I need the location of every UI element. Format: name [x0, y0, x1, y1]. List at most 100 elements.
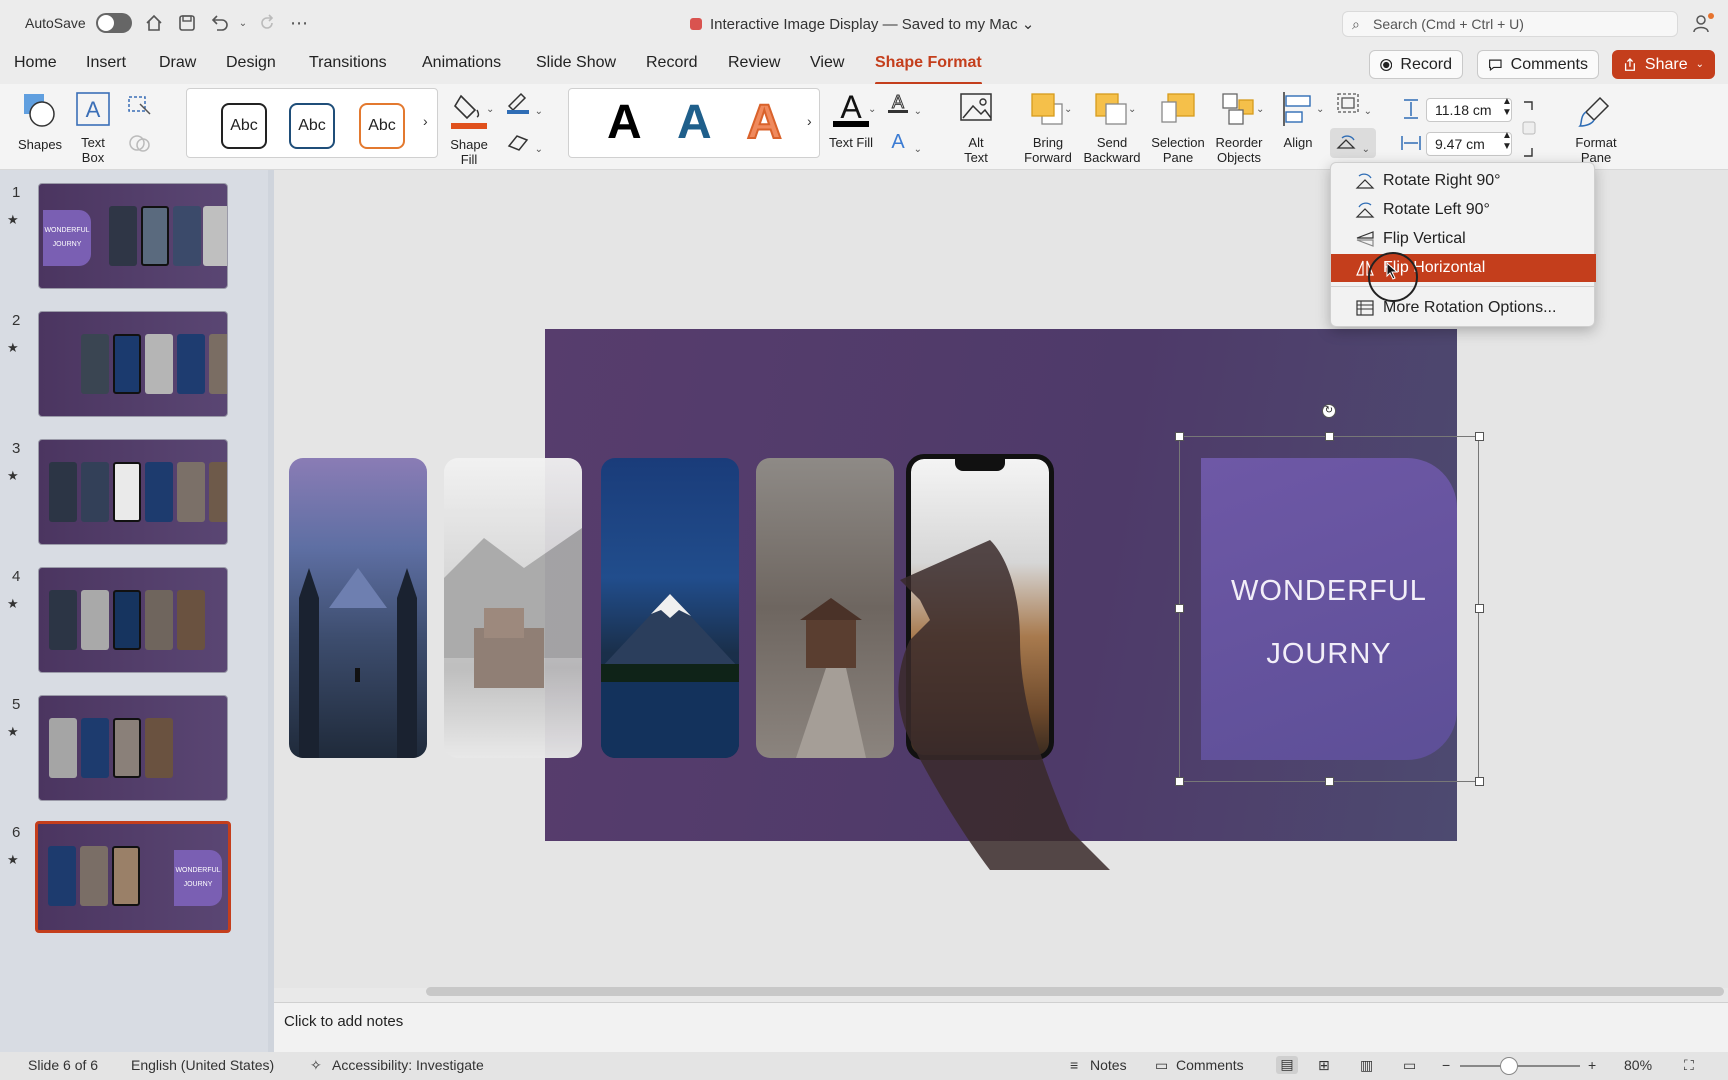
language-status[interactable]: English (United States) [131, 1057, 274, 1073]
menu-item-flip-vertical[interactable]: Flip Vertical [1331, 225, 1596, 253]
fit-to-window-icon[interactable]: ⛶ [1684, 1057, 1694, 1074]
shape-fill-dropdown-icon[interactable]: ⌄ [486, 104, 494, 115]
zoom-level[interactable]: 80% [1624, 1057, 1652, 1073]
text-fill-button[interactable]: A Text Fill [824, 89, 878, 150]
image-card-mountain-village[interactable] [444, 458, 582, 758]
resize-handle-left[interactable] [1175, 604, 1184, 613]
tab-review[interactable]: Review [728, 54, 780, 72]
wordart-black[interactable]: A [607, 95, 642, 150]
save-icon[interactable] [174, 10, 200, 36]
shape-style-black[interactable]: Abc [221, 103, 267, 149]
tab-shape-format[interactable]: Shape Format [875, 54, 982, 85]
tab-animations[interactable]: Animations [422, 54, 501, 72]
lock-aspect-ratio-toggle[interactable] [1522, 100, 1536, 160]
alt-text-button[interactable]: Alt Text [952, 90, 1000, 165]
accessibility-status[interactable]: Accessibility: Investigate [332, 1057, 484, 1073]
undo-dropdown-icon[interactable]: ⌄ [230, 10, 256, 36]
group-button[interactable]: ⌄ [1334, 92, 1374, 119]
search-input[interactable]: ⌕ Search (Cmd + Ctrl + U) [1342, 11, 1678, 37]
bring-forward-dropdown-icon[interactable]: ⌄ [1064, 104, 1072, 115]
shape-effects-button[interactable]: ⌄ [504, 132, 544, 157]
undo-icon[interactable] [206, 10, 232, 36]
record-button[interactable]: Record [1369, 50, 1463, 79]
tab-draw[interactable]: Draw [159, 54, 196, 72]
reorder-dropdown-icon[interactable]: ⌄ [1256, 104, 1264, 115]
width-stepper[interactable]: ▲ ▼ [1502, 130, 1512, 152]
resize-handle-bottom-right[interactable] [1475, 777, 1484, 786]
send-backward-button[interactable]: Send Backward [1080, 90, 1144, 165]
normal-view-icon[interactable]: ▤ [1276, 1056, 1298, 1074]
resize-handle-right[interactable] [1475, 604, 1484, 613]
slide-thumbnail-2[interactable] [38, 311, 228, 417]
slide-show-icon[interactable]: ▭ [1403, 1057, 1416, 1074]
slide-thumbnail-5[interactable] [38, 695, 228, 801]
align-button[interactable]: Align [1272, 90, 1324, 150]
text-fill-dropdown-icon[interactable]: ⌄ [868, 104, 876, 115]
gallery-more-icon[interactable]: › [423, 113, 428, 129]
wordart-blue[interactable]: A [677, 95, 712, 150]
shape-outline-button[interactable]: ⌄ [504, 92, 544, 119]
autosave-toggle[interactable] [96, 13, 132, 33]
rotation-handle-icon[interactable]: ↻ [1322, 404, 1336, 418]
text-effects-button[interactable]: A ⌄ [884, 130, 924, 157]
wordart-more-icon[interactable]: › [807, 113, 812, 129]
bring-forward-button[interactable]: Bring Forward [1018, 90, 1078, 165]
tab-insert[interactable]: Insert [86, 54, 126, 72]
resize-handle-top-right[interactable] [1475, 432, 1484, 441]
resize-handle-top-left[interactable] [1175, 432, 1184, 441]
share-button[interactable]: Share ⌄ [1612, 50, 1715, 79]
menu-item-rotate-right[interactable]: Rotate Right 90° [1331, 167, 1596, 195]
shape-fill-button[interactable]: Shape Fill [442, 90, 496, 167]
shape-style-orange[interactable]: Abc [359, 103, 405, 149]
selection-pane-button[interactable]: Selection Pane [1146, 90, 1210, 165]
slide-thumbnail-3[interactable] [38, 439, 228, 545]
send-backward-dropdown-icon[interactable]: ⌄ [1128, 104, 1136, 115]
wordart-gallery[interactable]: A A A › [568, 88, 820, 158]
text-box-button[interactable]: A Text Box [72, 90, 114, 165]
height-stepper[interactable]: ▲ ▼ [1502, 96, 1512, 118]
resize-handle-top[interactable] [1325, 432, 1334, 441]
zoom-slider[interactable] [1460, 1065, 1580, 1067]
rotate-button[interactable]: ⌄ [1330, 128, 1376, 158]
notes-toggle[interactable]: Notes [1090, 1057, 1127, 1073]
horizontal-scrollbar[interactable] [426, 987, 1724, 996]
share-people-icon[interactable] [1692, 12, 1716, 36]
tab-home[interactable]: Home [14, 54, 57, 72]
comments-button[interactable]: Comments [1477, 50, 1599, 79]
zoom-out-icon[interactable]: − [1442, 1057, 1450, 1073]
shape-styles-gallery[interactable]: Abc Abc Abc › [186, 88, 438, 158]
slide-thumbnail-1[interactable]: WONDERFUL JOURNY [38, 183, 228, 289]
slide-thumbnail-6[interactable]: WONDERFUL JOURNY [35, 821, 231, 933]
format-pane-button[interactable]: Format Pane [1566, 90, 1626, 165]
tab-record[interactable]: Record [646, 54, 698, 72]
edit-shape-button[interactable] [120, 94, 160, 119]
align-dropdown-icon[interactable]: ⌄ [1316, 104, 1324, 115]
height-input[interactable]: 11.18 cm [1426, 98, 1512, 122]
image-card-temple-gate[interactable] [289, 458, 427, 758]
tab-slide-show[interactable]: Slide Show [536, 54, 616, 72]
menu-item-rotate-left[interactable]: Rotate Left 90° [1331, 196, 1596, 224]
resize-handle-bottom[interactable] [1325, 777, 1334, 786]
text-outline-button[interactable]: A ⌄ [884, 92, 924, 119]
resize-handle-bottom-left[interactable] [1175, 777, 1184, 786]
shapes-button[interactable]: Shapes [12, 90, 68, 152]
shape-style-blue[interactable]: Abc [289, 103, 335, 149]
zoom-in-icon[interactable]: + [1588, 1057, 1596, 1073]
width-input[interactable]: 9.47 cm [1426, 132, 1512, 156]
comments-toggle[interactable]: Comments [1176, 1057, 1244, 1073]
wordart-orange[interactable]: A [746, 95, 783, 150]
menu-item-more-rotation-options[interactable]: More Rotation Options... [1331, 294, 1596, 322]
reorder-objects-button[interactable]: Reorder Objects [1210, 90, 1268, 165]
slide-thumbnail-4[interactable] [38, 567, 228, 673]
tab-transitions[interactable]: Transitions [309, 54, 387, 72]
image-card-snow-mountain-lake[interactable] [601, 458, 739, 758]
zoom-slider-thumb[interactable] [1500, 1057, 1518, 1075]
notes-pane[interactable]: Click to add notes [274, 1002, 1728, 1052]
tab-design[interactable]: Design [226, 54, 276, 72]
reading-view-icon[interactable]: ▥ [1360, 1057, 1373, 1074]
home-icon[interactable] [141, 10, 167, 36]
more-icon[interactable]: ⋯ [286, 10, 312, 36]
tab-view[interactable]: View [810, 54, 844, 72]
group-icon [1337, 93, 1359, 113]
slide-sorter-icon[interactable]: ⊞ [1318, 1057, 1330, 1074]
